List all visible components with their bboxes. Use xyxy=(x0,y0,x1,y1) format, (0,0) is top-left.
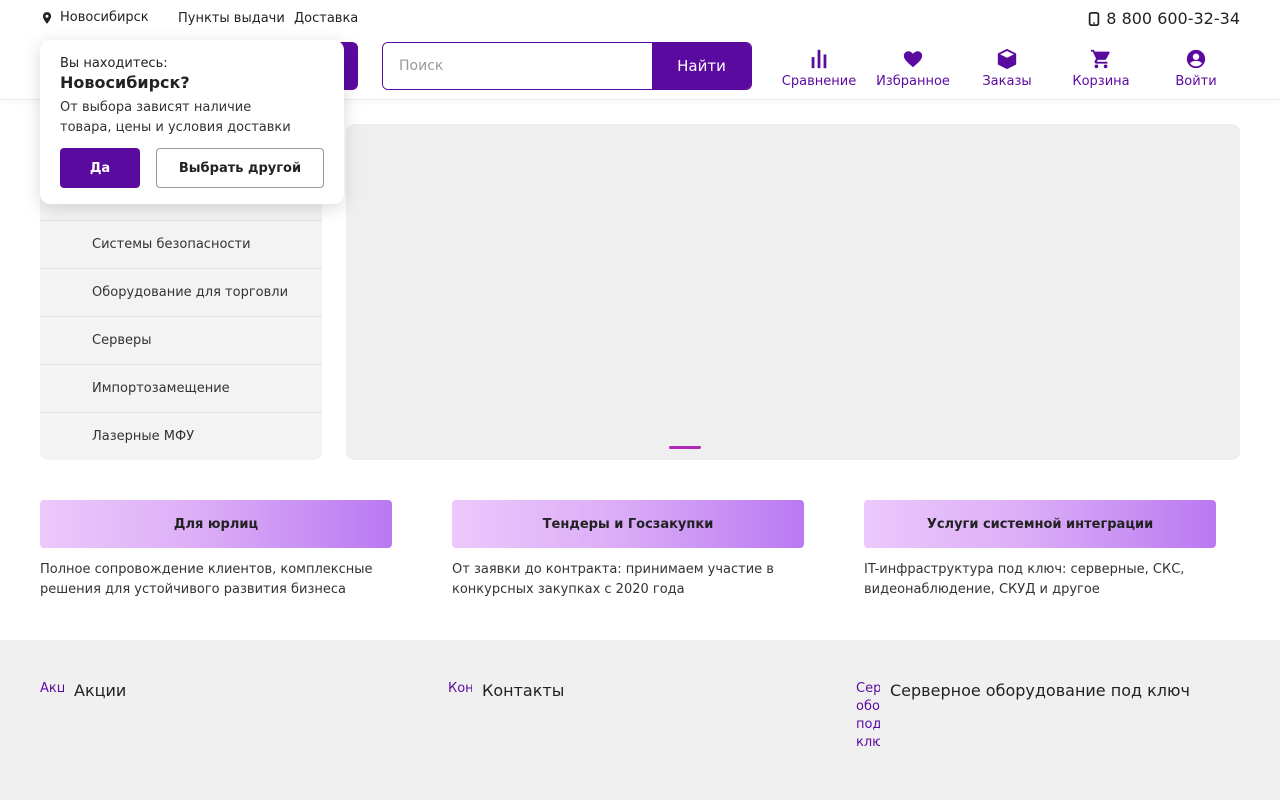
city-selector[interactable]: Новосибирск xyxy=(40,10,149,25)
pickup-points-link[interactable]: Пункты выдачи xyxy=(178,11,285,26)
nav-compare[interactable]: Сравнение xyxy=(772,48,866,89)
nav-login-label: Войти xyxy=(1175,74,1217,89)
popup-description: От выбора зависят наличие товара, цены и… xyxy=(60,100,291,135)
nav-favorites-label: Избранное xyxy=(876,74,950,89)
promo-link[interactable]: Акции xyxy=(74,681,126,700)
nav-favorites[interactable]: Избранное xyxy=(866,48,960,89)
confirm-city-button[interactable]: Да xyxy=(60,148,140,188)
phone-text: 8 800 600-32-34 xyxy=(1106,9,1240,28)
nav-compare-label: Сравнение xyxy=(781,74,857,89)
city-confirm-popup: Вы находитесь: Новосибирск? От выбора за… xyxy=(40,40,344,204)
choose-other-city-button[interactable]: Выбрать другой xyxy=(156,148,324,188)
bottom-links: Акц Акции Кон Контакты Сер обо под клю С… xyxy=(0,640,1280,800)
heart-icon xyxy=(903,51,923,68)
promo-image: Акц xyxy=(40,681,64,696)
servers-image: Сер обо под клю xyxy=(856,681,880,750)
menu-item-servers[interactable]: Серверы xyxy=(40,316,322,364)
menu-item-security[interactable]: Системы безопасности xyxy=(40,220,322,268)
nav-cart[interactable]: Корзина xyxy=(1054,48,1148,89)
nav-orders[interactable]: Заказы xyxy=(960,48,1054,89)
popup-city: Новосибирск? xyxy=(60,73,190,92)
card-tenders-text: От заявки до контракта: принимаем участи… xyxy=(452,562,774,597)
menu-item-laser-mfp[interactable]: Лазерные МФУ xyxy=(40,412,322,460)
contacts-image: Кон xyxy=(448,681,472,696)
contacts-link[interactable]: Контакты xyxy=(482,681,564,700)
search-button[interactable]: Найти xyxy=(652,43,751,89)
search-input[interactable] xyxy=(383,43,652,89)
user-icon xyxy=(1186,49,1206,69)
delivery-link[interactable]: Доставка xyxy=(294,11,358,26)
popup-question: Вы находитесь: xyxy=(60,56,168,71)
city-name: Новосибирск xyxy=(60,10,149,25)
top-bar: Новосибирск Пункты выдачи Доставка 8 800… xyxy=(0,0,1280,38)
card-legal-entities-button[interactable]: Для юрлиц xyxy=(40,500,392,548)
phone-icon xyxy=(1089,11,1100,26)
chart-icon xyxy=(811,49,827,69)
search-bar: Найти xyxy=(382,42,752,90)
card-integration-text: IT-инфраструктура под ключ: серверные, С… xyxy=(864,562,1185,597)
card-tenders-button[interactable]: Тендеры и Госзакупки xyxy=(452,500,804,548)
servers-turnkey-link[interactable]: Серверное оборудование под ключ xyxy=(890,681,1190,700)
box-icon xyxy=(997,48,1017,70)
menu-item-retail-equipment[interactable]: Оборудование для торговли xyxy=(40,268,322,316)
cart-icon xyxy=(1090,49,1110,69)
nav-cart-label: Корзина xyxy=(1072,74,1130,89)
banner-slider[interactable] xyxy=(346,124,1240,460)
slider-dot[interactable] xyxy=(669,446,701,449)
menu-item-import-substitution[interactable]: Импортозамещение xyxy=(40,364,322,412)
location-pin-icon xyxy=(42,11,52,24)
nav-orders-label: Заказы xyxy=(982,74,1032,89)
phone-number[interactable]: 8 800 600-32-34 xyxy=(1088,9,1240,28)
nav-login[interactable]: Войти xyxy=(1149,48,1243,89)
card-legal-entities-text: Полное сопровождение клиентов, комплексн… xyxy=(40,562,373,597)
card-integration-button[interactable]: Услуги системной интеграции xyxy=(864,500,1216,548)
